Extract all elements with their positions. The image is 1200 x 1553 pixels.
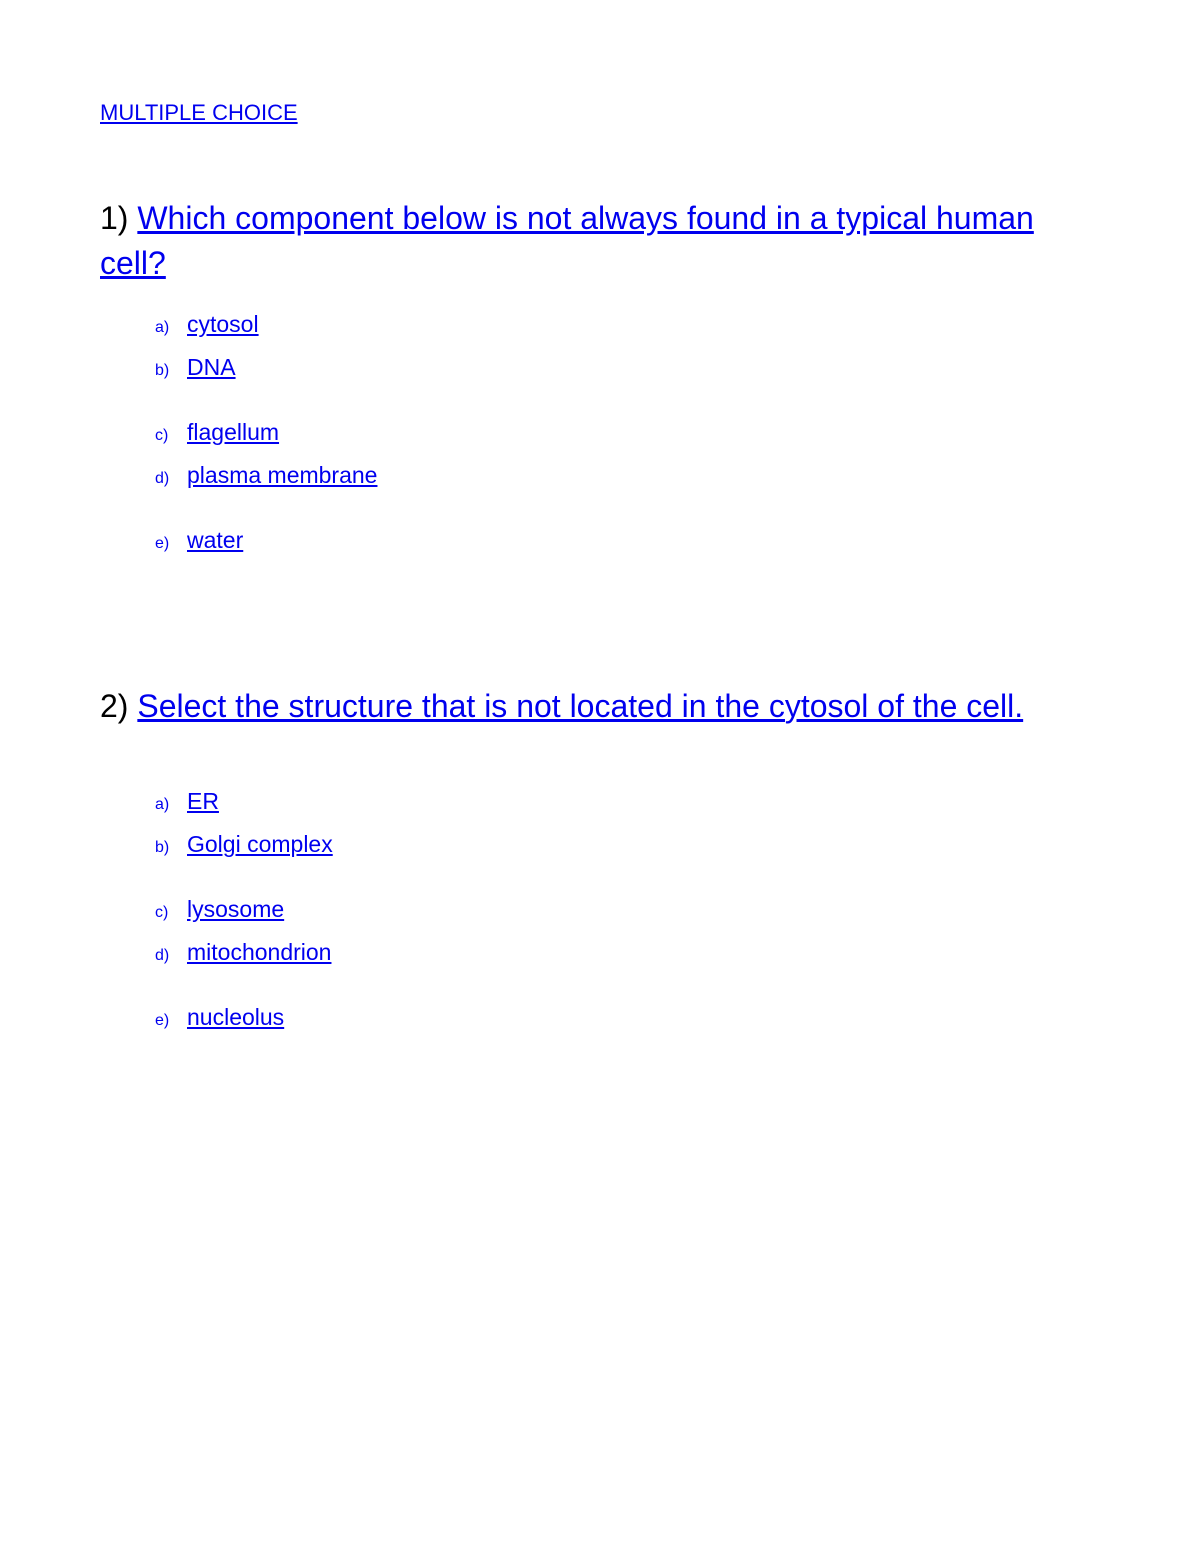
- question-title: 2) Select the structure that is not loca…: [100, 684, 1100, 729]
- question-block: 1) Which component below is not always f…: [100, 196, 1100, 554]
- option-item: d) mitochondrion: [155, 939, 1100, 966]
- option-item: d) plasma membrane: [155, 462, 1100, 489]
- option-link[interactable]: lysosome: [187, 896, 284, 923]
- option-item: a) ER: [155, 788, 1100, 815]
- question-title: 1) Which component below is not always f…: [100, 196, 1100, 286]
- option-link[interactable]: ER: [187, 788, 219, 815]
- options-list: a) ER b) Golgi complex c) lysosome d) mi…: [100, 788, 1100, 1031]
- option-label: e): [155, 1012, 183, 1030]
- option-label: c): [155, 427, 183, 445]
- option-label: a): [155, 796, 183, 814]
- option-item: b) DNA: [155, 354, 1100, 381]
- question-number: 2): [100, 688, 128, 724]
- option-link[interactable]: cytosol: [187, 311, 259, 338]
- option-label: a): [155, 319, 183, 337]
- option-item: e) nucleolus: [155, 1004, 1100, 1031]
- option-item: e) water: [155, 527, 1100, 554]
- option-label: c): [155, 904, 183, 922]
- option-label: e): [155, 535, 183, 553]
- option-link[interactable]: Golgi complex: [187, 831, 333, 858]
- option-link[interactable]: DNA: [187, 354, 236, 381]
- option-item: c) flagellum: [155, 419, 1100, 446]
- question-block: 2) Select the structure that is not loca…: [100, 684, 1100, 1032]
- option-label: d): [155, 947, 183, 965]
- section-header: MULTIPLE CHOICE: [100, 100, 1100, 126]
- option-item: b) Golgi complex: [155, 831, 1100, 858]
- option-label: d): [155, 470, 183, 488]
- option-link[interactable]: mitochondrion: [187, 939, 331, 966]
- options-list: a) cytosol b) DNA c) flagellum d) plasma…: [100, 311, 1100, 554]
- question-text-link[interactable]: Which component below is not always foun…: [100, 200, 1034, 281]
- option-label: b): [155, 839, 183, 857]
- question-number: 1): [100, 200, 128, 236]
- option-link[interactable]: water: [187, 527, 243, 554]
- option-link[interactable]: flagellum: [187, 419, 279, 446]
- question-text-link[interactable]: Select the structure that is not located…: [137, 688, 1023, 724]
- option-link[interactable]: nucleolus: [187, 1004, 284, 1031]
- option-item: c) lysosome: [155, 896, 1100, 923]
- option-link[interactable]: plasma membrane: [187, 462, 377, 489]
- option-label: b): [155, 362, 183, 380]
- option-item: a) cytosol: [155, 311, 1100, 338]
